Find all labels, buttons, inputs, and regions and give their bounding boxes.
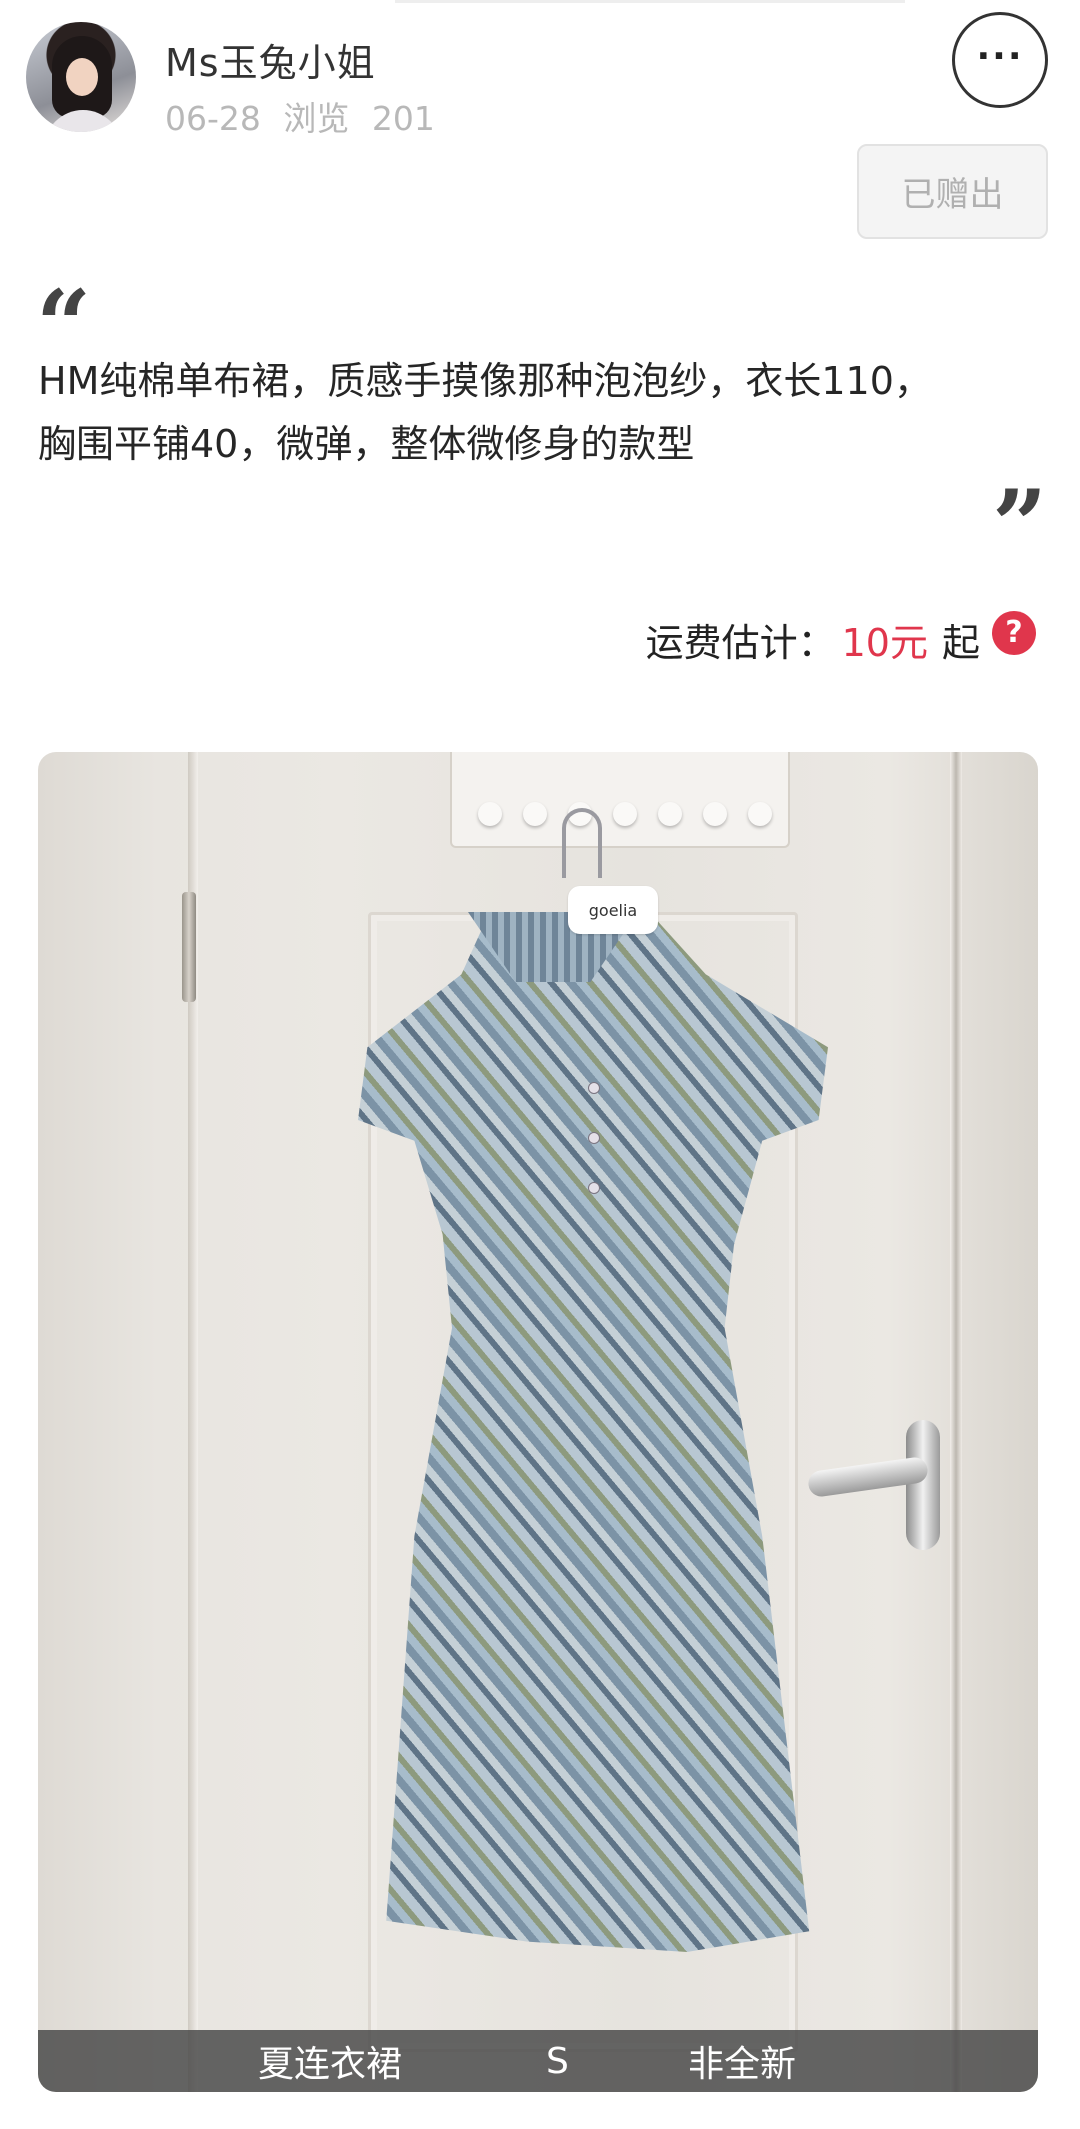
dress-button xyxy=(588,1182,600,1194)
rack-knob xyxy=(748,802,772,826)
question-circle-icon[interactable]: ? xyxy=(992,610,1036,655)
hanger-brand-label: goelia xyxy=(568,886,658,934)
top-divider xyxy=(395,0,905,3)
views-label: 浏览 xyxy=(283,99,350,138)
dress-button xyxy=(588,1082,600,1094)
tag-condition: 非全新 xyxy=(688,2044,797,2085)
hanger-hook xyxy=(562,808,602,878)
post-date: 06-28 xyxy=(165,99,261,138)
avatar[interactable] xyxy=(26,22,136,132)
close-quote-icon: ” xyxy=(992,469,1048,582)
username[interactable]: Ms玉兔小姐 xyxy=(165,32,376,87)
hook-rack xyxy=(450,752,790,848)
views-count: 201 xyxy=(371,99,435,138)
door-frame-right xyxy=(950,752,962,2092)
avatar-shoulders xyxy=(44,110,122,132)
tag-size: S xyxy=(546,2040,569,2082)
shipping-fee: 10元 xyxy=(841,621,928,665)
door-handle-plate xyxy=(906,1420,940,1550)
door-hinge xyxy=(182,892,196,1002)
rack-knob xyxy=(523,802,547,826)
rack-knob xyxy=(658,802,682,826)
rack-knob xyxy=(703,802,727,826)
more-dots-icon: ··· xyxy=(976,36,1024,77)
rack-knob xyxy=(613,802,637,826)
product-photo[interactable]: goelia 夏连衣裙 S 非全新 xyxy=(38,752,1038,2092)
more-options-button[interactable]: ··· xyxy=(952,12,1048,108)
shipping-suffix: 起 xyxy=(941,621,980,665)
tag-category: 夏连衣裙 xyxy=(258,2044,403,2085)
dress-button xyxy=(588,1132,600,1144)
post-description: HM纯棉单布裙，质感手摸像那种泡泡纱，衣长110， 胸围平铺40，微弹，整体微修… xyxy=(38,359,932,466)
shipping-estimate: 运费估计： 10元 起 ? xyxy=(645,610,1036,667)
product-tags-bar: 夏连衣裙 S 非全新 xyxy=(38,2030,1038,2092)
post-meta: 06-28 浏览 201 xyxy=(165,92,435,140)
status-badge: 已赠出 xyxy=(857,144,1048,239)
rack-knob xyxy=(478,802,502,826)
avatar-face xyxy=(66,58,98,96)
shipping-label: 运费估计： xyxy=(645,621,836,665)
